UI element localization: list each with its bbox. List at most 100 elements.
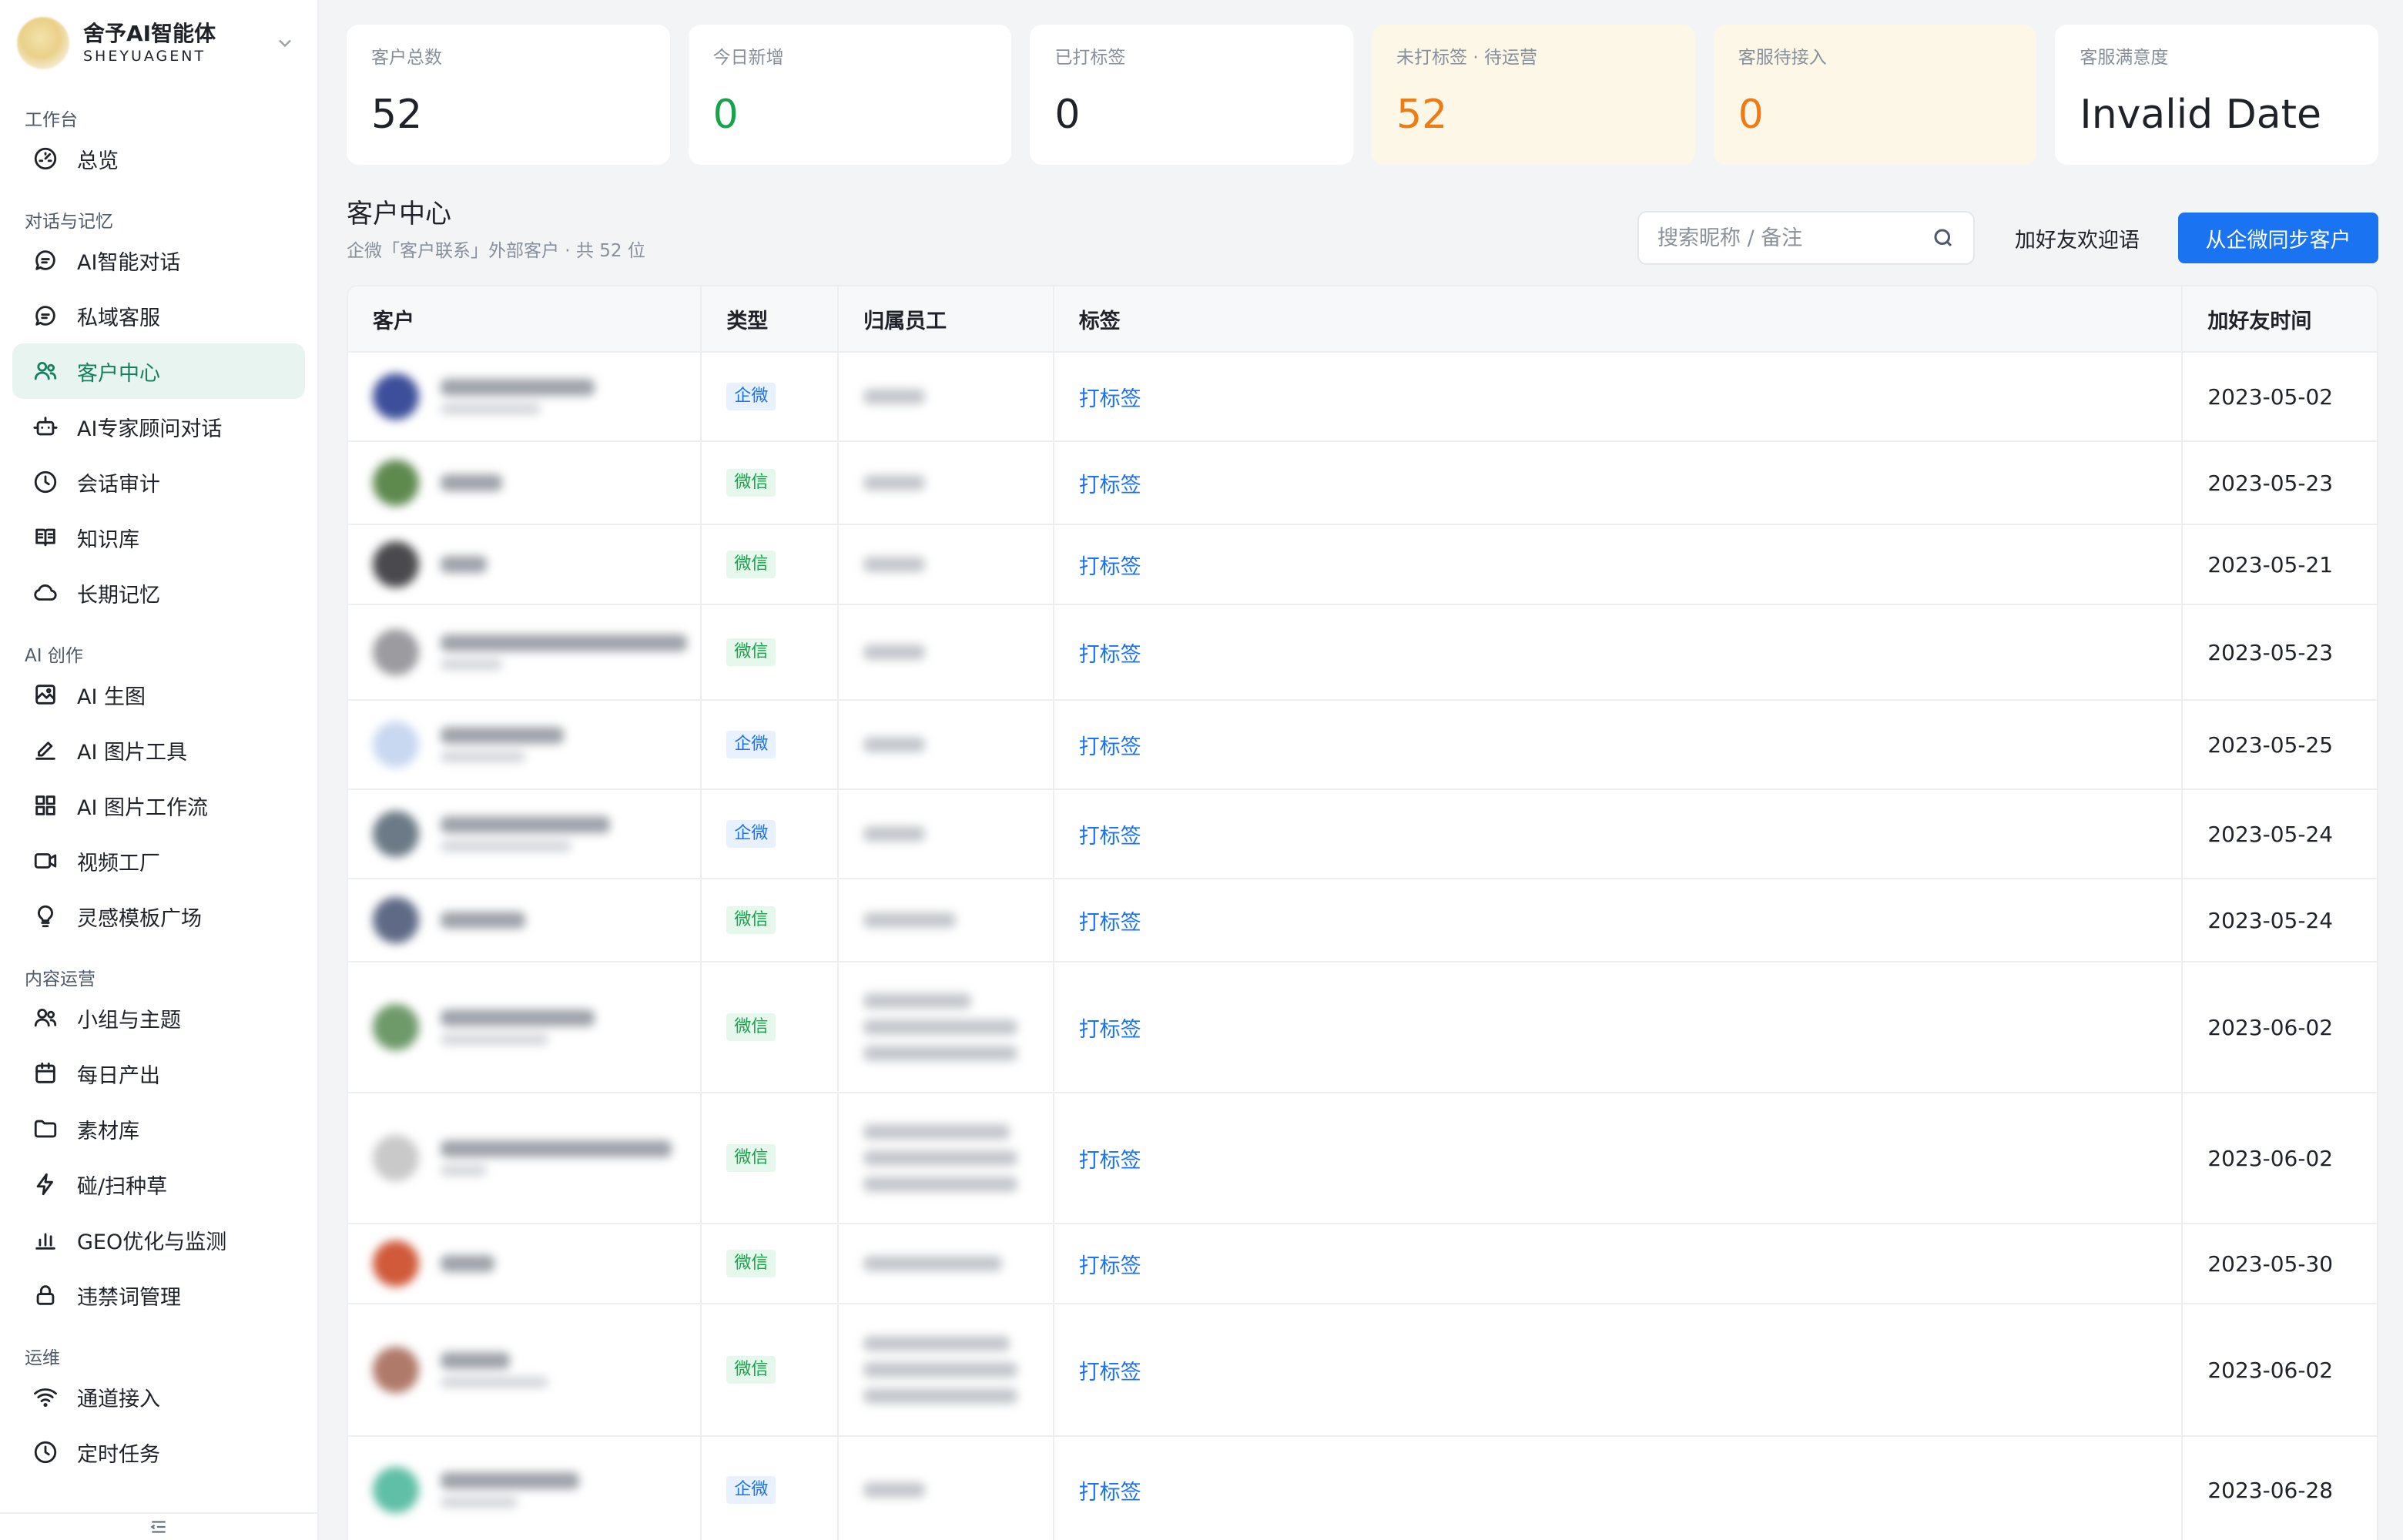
sidebar-item[interactable]: AI专家顾问对话 xyxy=(12,399,305,454)
add-tag-link[interactable]: 打标签 xyxy=(1079,819,1141,849)
tags-cell: 打标签 xyxy=(1054,790,2183,878)
video-icon xyxy=(32,848,59,874)
sidebar-item[interactable]: AI 图片工作流 xyxy=(12,778,305,833)
sidebar-item[interactable]: 定时任务 xyxy=(12,1424,305,1480)
sidebar-item-label: AI 生图 xyxy=(77,685,146,709)
employee-name-redacted xyxy=(863,644,926,660)
employee-name-redacted xyxy=(863,1256,1003,1271)
table-row[interactable]: 微信 打标签 2023-05-23 xyxy=(348,442,2377,525)
sidebar-item-label: AI专家顾问对话 xyxy=(77,417,223,441)
table-row[interactable]: 微信 打标签 2023-05-24 xyxy=(348,879,2377,962)
stat-card: 客服待接入 0 xyxy=(1713,25,2037,165)
sidebar-item[interactable]: 碰/扫种草 xyxy=(12,1157,305,1212)
added-date: 2023-05-02 xyxy=(2207,383,2334,410)
add-tag-link[interactable]: 打标签 xyxy=(1079,550,1141,580)
search-input[interactable] xyxy=(1657,226,1932,250)
search-box[interactable] xyxy=(1637,211,1975,265)
add-tag-link[interactable]: 打标签 xyxy=(1079,730,1141,760)
tags-cell: 打标签 xyxy=(1054,1093,2183,1223)
column-header[interactable]: 归属员工 xyxy=(839,286,1054,351)
sidebar-item[interactable]: 总览 xyxy=(12,131,305,186)
add-tag-link[interactable]: 打标签 xyxy=(1079,382,1141,412)
add-tag-link[interactable]: 打标签 xyxy=(1079,1143,1141,1173)
stat-value: 0 xyxy=(712,92,739,138)
chat-icon xyxy=(32,247,59,273)
avatar xyxy=(373,373,419,420)
table-row[interactable]: 企微 打标签 2023-05-02 xyxy=(348,353,2377,442)
sidebar-item[interactable]: 灵感模板广场 xyxy=(12,889,305,944)
sidebar-item[interactable]: AI智能对话 xyxy=(12,233,305,288)
sidebar-item[interactable]: 会话审计 xyxy=(12,454,305,510)
sidebar-item[interactable]: 每日产出 xyxy=(12,1046,305,1101)
sidebar-item[interactable]: 素材库 xyxy=(12,1101,305,1157)
table-row[interactable]: 企微 打标签 2023-05-25 xyxy=(348,701,2377,790)
employee-cell xyxy=(839,353,1054,440)
sync-customers-button[interactable]: 从企微同步客户 xyxy=(2178,213,2378,263)
sidebar-item-label: 长期记忆 xyxy=(77,583,160,608)
added-date-cell: 2023-05-24 xyxy=(2183,879,2377,961)
sidebar-item[interactable]: 客户中心 xyxy=(12,343,305,399)
add-tag-link[interactable]: 打标签 xyxy=(1079,468,1141,498)
customer-cell xyxy=(348,701,702,788)
table-row[interactable]: 微信 打标签 2023-06-02 xyxy=(348,1093,2377,1224)
sidebar-item[interactable]: 私域客服 xyxy=(12,288,305,343)
page-subtitle: 企微「客户联系」外部客户 · 共 52 位 xyxy=(347,241,645,261)
sidebar-item[interactable]: 通道接入 xyxy=(12,1369,305,1424)
column-header[interactable]: 加好友时间 xyxy=(2183,286,2377,351)
welcome-message-button[interactable]: 加好友欢迎语 xyxy=(1993,213,2161,263)
add-tag-link[interactable]: 打标签 xyxy=(1079,906,1141,936)
customer-cell xyxy=(348,1093,702,1223)
table-row[interactable]: 企微 打标签 2023-06-28 xyxy=(348,1437,2377,1540)
type-cell: 企微 xyxy=(702,1437,840,1540)
table-row[interactable]: 微信 打标签 2023-06-02 xyxy=(348,962,2377,1093)
column-header[interactable]: 类型 xyxy=(702,286,840,351)
type-cell: 微信 xyxy=(702,1304,840,1435)
table-body: 企微 打标签 2023-05-02 微信 打标签 2023-05-23 微信 打标签 2023-… xyxy=(348,353,2377,1540)
employee-cell xyxy=(839,879,1054,961)
avatar xyxy=(373,897,419,943)
collapse-sidebar-button[interactable] xyxy=(0,1512,317,1540)
add-tag-link[interactable]: 打标签 xyxy=(1079,1013,1141,1043)
stat-value: 52 xyxy=(1396,92,1448,138)
add-tag-link[interactable]: 打标签 xyxy=(1079,1249,1141,1279)
sidebar-item[interactable]: AI 生图 xyxy=(12,667,305,722)
stat-value: Invalid Date xyxy=(2080,92,2322,138)
tags-cell: 打标签 xyxy=(1054,605,2183,699)
sidebar-item[interactable]: 知识库 xyxy=(12,510,305,565)
add-tag-link[interactable]: 打标签 xyxy=(1079,1355,1141,1385)
brand-header[interactable]: 舍予AI智能体 SHEYUAGENT xyxy=(0,0,317,86)
customer-name-redacted xyxy=(441,1472,579,1508)
customer-cell xyxy=(348,605,702,699)
customer-cell xyxy=(348,1224,702,1303)
add-tag-link[interactable]: 打标签 xyxy=(1079,638,1141,668)
column-header[interactable]: 客户 xyxy=(348,286,702,351)
column-header[interactable]: 标签 xyxy=(1054,286,2183,351)
stat-label: 今日新增 xyxy=(712,48,784,68)
sidebar-item[interactable]: 小组与主题 xyxy=(12,990,305,1046)
type-badge: 微信 xyxy=(726,551,776,578)
sidebar-item[interactable]: 视频工厂 xyxy=(12,833,305,889)
sidebar-section-title: 内容运营 xyxy=(25,969,96,989)
sidebar-item[interactable]: AI 图片工具 xyxy=(12,722,305,778)
sidebar-item[interactable]: 长期记忆 xyxy=(12,565,305,621)
sidebar-item-label: AI 图片工作流 xyxy=(77,795,209,820)
search-icon[interactable] xyxy=(1932,226,1955,249)
table-row[interactable]: 微信 打标签 2023-05-23 xyxy=(348,605,2377,701)
stat-value: 0 xyxy=(1738,92,1764,138)
sidebar-item[interactable]: GEO优化与监测 xyxy=(12,1212,305,1267)
table-row[interactable]: 微信 打标签 2023-05-30 xyxy=(348,1224,2377,1304)
table-row[interactable]: 企微 打标签 2023-05-24 xyxy=(348,790,2377,879)
tags-cell: 打标签 xyxy=(1054,525,2183,604)
added-date-cell: 2023-05-21 xyxy=(2183,525,2377,604)
brand-subtitle: SHEYUAGENT xyxy=(83,48,206,65)
employee-name-redacted xyxy=(863,475,926,490)
sidebar-item[interactable]: 违禁词管理 xyxy=(12,1267,305,1323)
add-tag-link[interactable]: 打标签 xyxy=(1079,1475,1141,1505)
sidebar-item-label: 通道接入 xyxy=(77,1387,160,1411)
chevron-down-icon[interactable] xyxy=(274,32,296,54)
employee-cell xyxy=(839,525,1054,604)
table-row[interactable]: 微信 打标签 2023-06-02 xyxy=(348,1304,2377,1437)
employee-name-redacted xyxy=(863,1336,1018,1404)
type-badge: 微信 xyxy=(726,1013,776,1041)
table-row[interactable]: 微信 打标签 2023-05-21 xyxy=(348,525,2377,605)
